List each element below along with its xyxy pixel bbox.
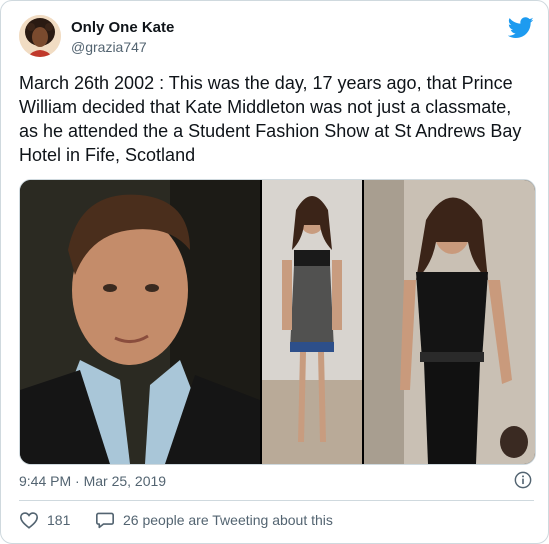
tweet-timestamp[interactable]: 9:44 PM · Mar 25, 2019 [19, 473, 166, 489]
author-handle[interactable]: @grazia747 [71, 39, 147, 55]
info-icon[interactable] [514, 471, 532, 489]
twitter-bird-icon[interactable] [508, 17, 534, 39]
tweet-text: March 26th 2002 : This was the day, 17 y… [19, 73, 522, 165]
like-count: 181 [47, 512, 71, 528]
photo-kate-black-outfit[interactable] [364, 180, 535, 464]
conversation-button[interactable]: 26 people are Tweeting about this [95, 511, 333, 529]
like-button[interactable]: 181 [19, 511, 70, 529]
avatar[interactable] [19, 15, 61, 57]
tweet-actions: 181 26 people are Tweeting about this [19, 511, 534, 533]
speech-bubble-icon [96, 512, 114, 529]
tweet-media[interactable] [19, 179, 536, 465]
divider [19, 500, 534, 501]
tweet-card[interactable]: Only One Kate @grazia747 March 26th 2002… [0, 0, 549, 544]
heart-icon [19, 512, 39, 529]
author-name[interactable]: Only One Kate [71, 19, 174, 36]
photo-prince-william[interactable] [20, 180, 260, 464]
conversation-text: 26 people are Tweeting about this [123, 512, 333, 528]
photo-kate-runway[interactable] [262, 180, 362, 464]
tweet-header: Only One Kate @grazia747 [19, 15, 534, 65]
